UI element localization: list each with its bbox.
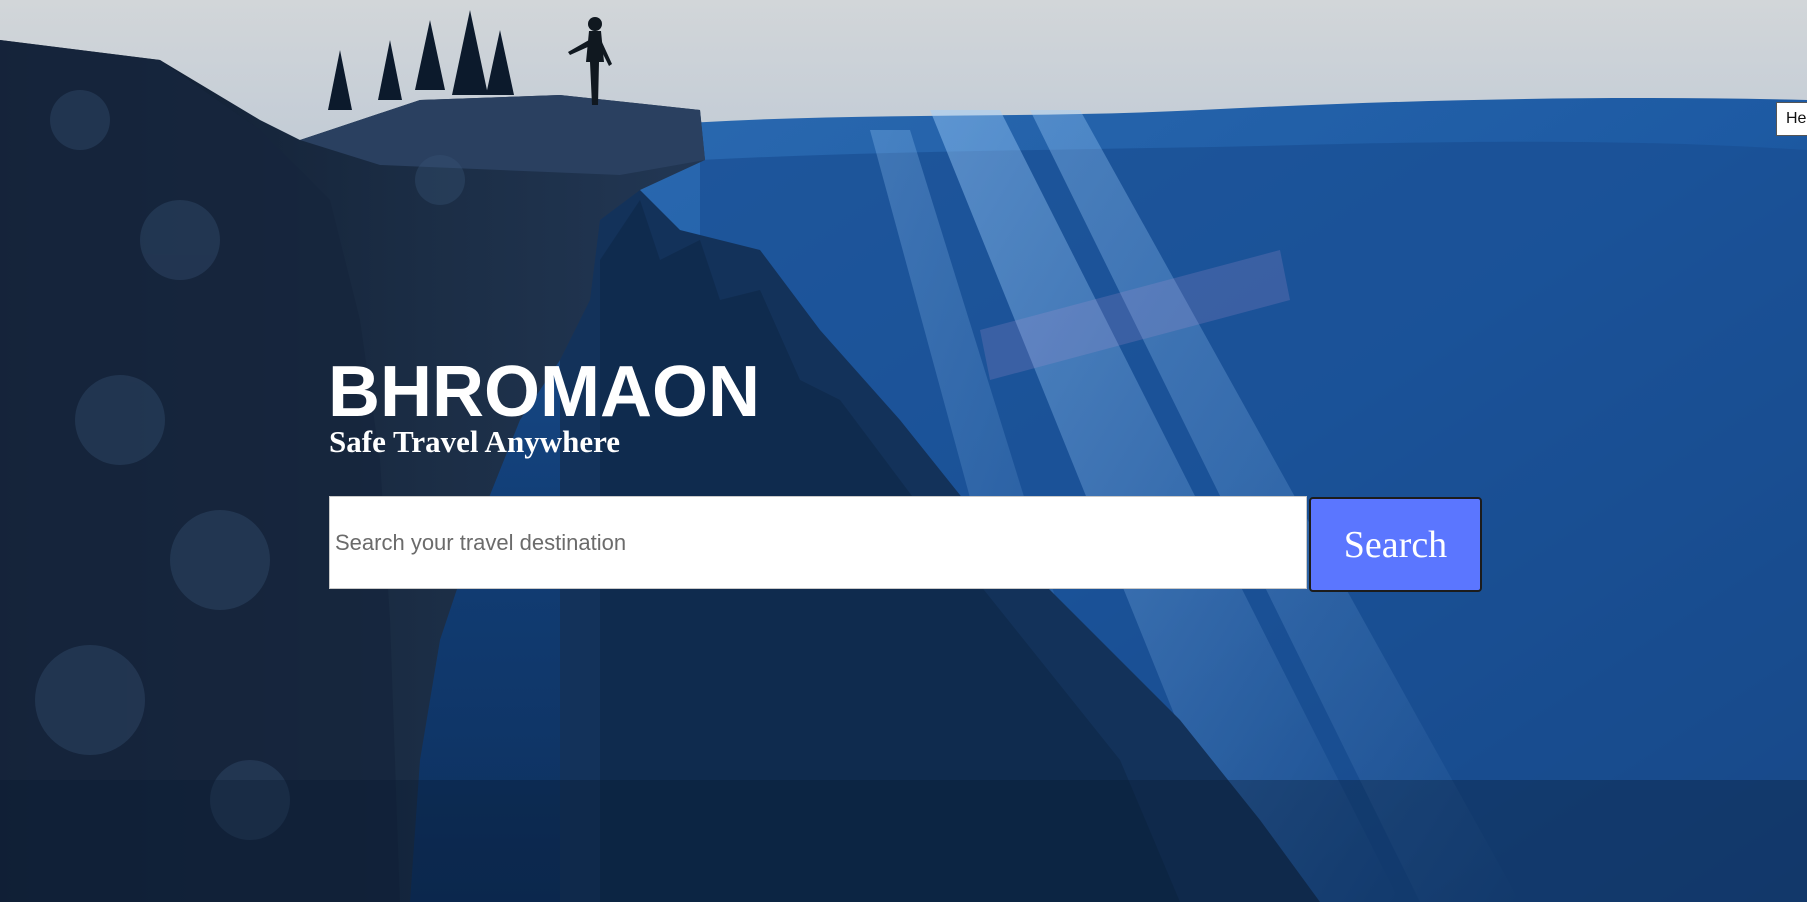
edge-tab[interactable]: He <box>1776 102 1807 136</box>
brand-tagline: Safe Travel Anywhere <box>329 424 621 459</box>
background-image <box>0 0 1807 902</box>
brand-title: BHROMAON <box>328 352 760 432</box>
hero-section: BHROMAON Safe Travel Anywhere Search He <box>0 0 1807 902</box>
search-button[interactable]: Search <box>1309 497 1482 592</box>
search-input[interactable] <box>329 496 1307 589</box>
